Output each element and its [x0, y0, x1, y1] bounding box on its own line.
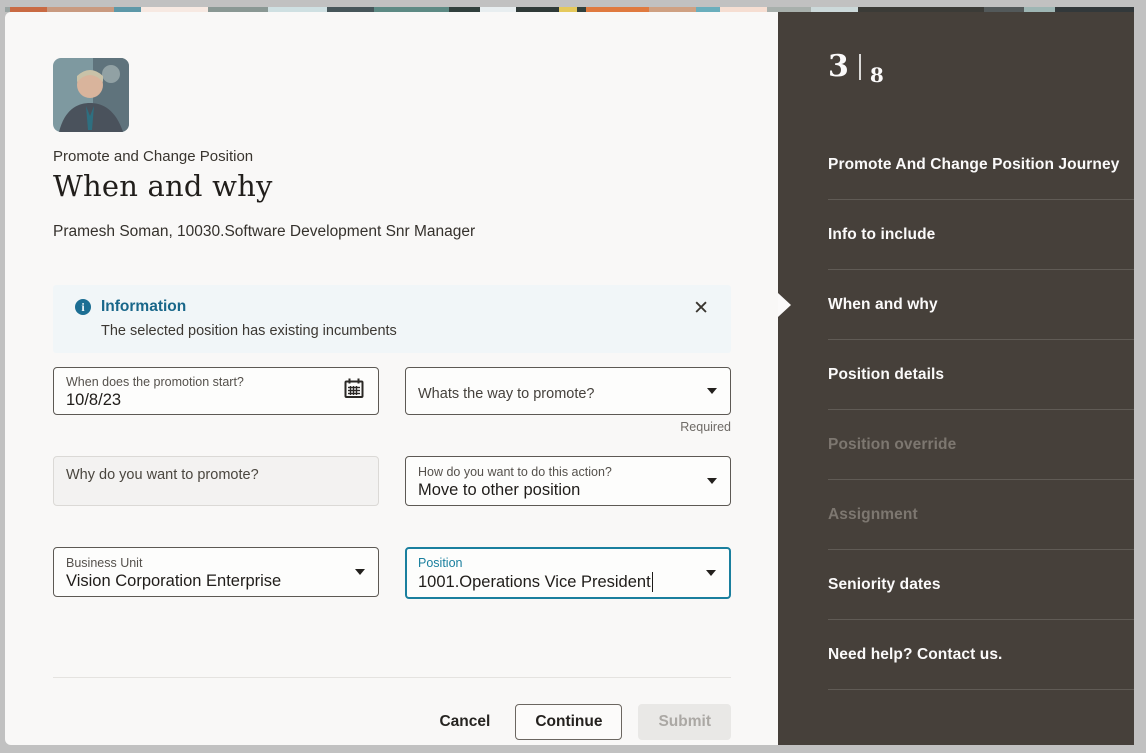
required-hint: Required — [680, 420, 731, 434]
employee-subtitle: Pramesh Soman, 10030.Software Developmen… — [53, 223, 476, 240]
business-unit-value: Vision Corporation Enterprise — [66, 572, 282, 591]
employee-photo — [53, 58, 129, 132]
submit-button: Submit — [638, 704, 731, 740]
step-indicator: 3 8 — [828, 49, 884, 88]
chevron-down-icon — [355, 569, 365, 575]
way-to-promote-label: Whats the way to promote? — [418, 385, 595, 402]
step-current: 3 — [828, 49, 849, 84]
banner-close-button[interactable]: ✕ — [691, 297, 711, 320]
sidebar-item-info-to-include[interactable]: Info to include — [828, 200, 1134, 270]
sidebar-item-need-help-contact-us[interactable]: Need help? Contact us. — [828, 620, 1134, 690]
page: { "backdrop_strip": { "segments": [ {"w"… — [0, 0, 1146, 753]
start-date-value: 10/8/23 — [66, 391, 122, 410]
position-value: 1001.Operations Vice President — [418, 572, 651, 591]
sidebar-item-assignment: Assignment — [828, 480, 1134, 550]
text-cursor — [651, 572, 654, 593]
journey-steps: Promote And Change Position Journey Info … — [828, 130, 1134, 690]
page-title: When and why — [53, 169, 273, 203]
action-how-dropdown[interactable]: How do you want to do this action? Move … — [405, 456, 731, 506]
screen: Promote and Change Position When and why… — [5, 7, 1134, 745]
sidebar-item-position-override: Position override — [828, 410, 1134, 480]
position-dropdown[interactable]: Position 1001.Operations Vice President — [405, 547, 731, 599]
step-separator — [858, 54, 861, 80]
journey-sidebar: 3 8 Promote And Change Position Journey I… — [778, 12, 1134, 745]
step-total: 8 — [869, 63, 884, 87]
start-date-field[interactable]: When does the promotion start? 10/8/23 — [53, 367, 379, 415]
banner-title: Information — [101, 298, 187, 315]
breadcrumb: Promote and Change Position — [53, 148, 254, 165]
footer-actions: Cancel Continue Submit — [53, 704, 731, 740]
business-unit-dropdown[interactable]: Business Unit Vision Corporation Enterpr… — [53, 547, 379, 597]
action-how-label: How do you want to do this action? — [418, 465, 612, 479]
start-date-label: When does the promotion start? — [66, 375, 244, 389]
sidebar-item-position-details[interactable]: Position details — [828, 340, 1134, 410]
sidebar-item-seniority-dates[interactable]: Seniority dates — [828, 550, 1134, 620]
cancel-button[interactable]: Cancel — [420, 705, 509, 739]
promotion-reason-input[interactable]: Why do you want to promote? — [53, 456, 379, 506]
footer-divider — [53, 677, 731, 678]
sidebar-item-promote-and-change-position-journey[interactable]: Promote And Change Position Journey — [828, 130, 1134, 200]
information-banner: i Information The selected position has … — [53, 285, 731, 353]
current-step-pointer-icon — [778, 293, 791, 317]
promote-dialog: Promote and Change Position When and why… — [5, 12, 778, 745]
chevron-down-icon — [707, 478, 717, 484]
sidebar-item-when-and-why[interactable]: When and why — [828, 270, 1134, 340]
info-icon: i — [75, 299, 91, 315]
way-to-promote-dropdown[interactable]: Whats the way to promote? — [405, 367, 731, 415]
chevron-down-icon — [706, 570, 716, 576]
business-unit-label: Business Unit — [66, 556, 143, 570]
action-how-value: Move to other position — [418, 481, 581, 500]
calendar-icon[interactable] — [343, 378, 365, 405]
banner-message: The selected position has existing incum… — [101, 323, 397, 339]
chevron-down-icon — [707, 388, 717, 394]
close-icon: ✕ — [693, 298, 709, 319]
position-label: Position — [418, 556, 463, 570]
continue-button[interactable]: Continue — [515, 704, 623, 740]
